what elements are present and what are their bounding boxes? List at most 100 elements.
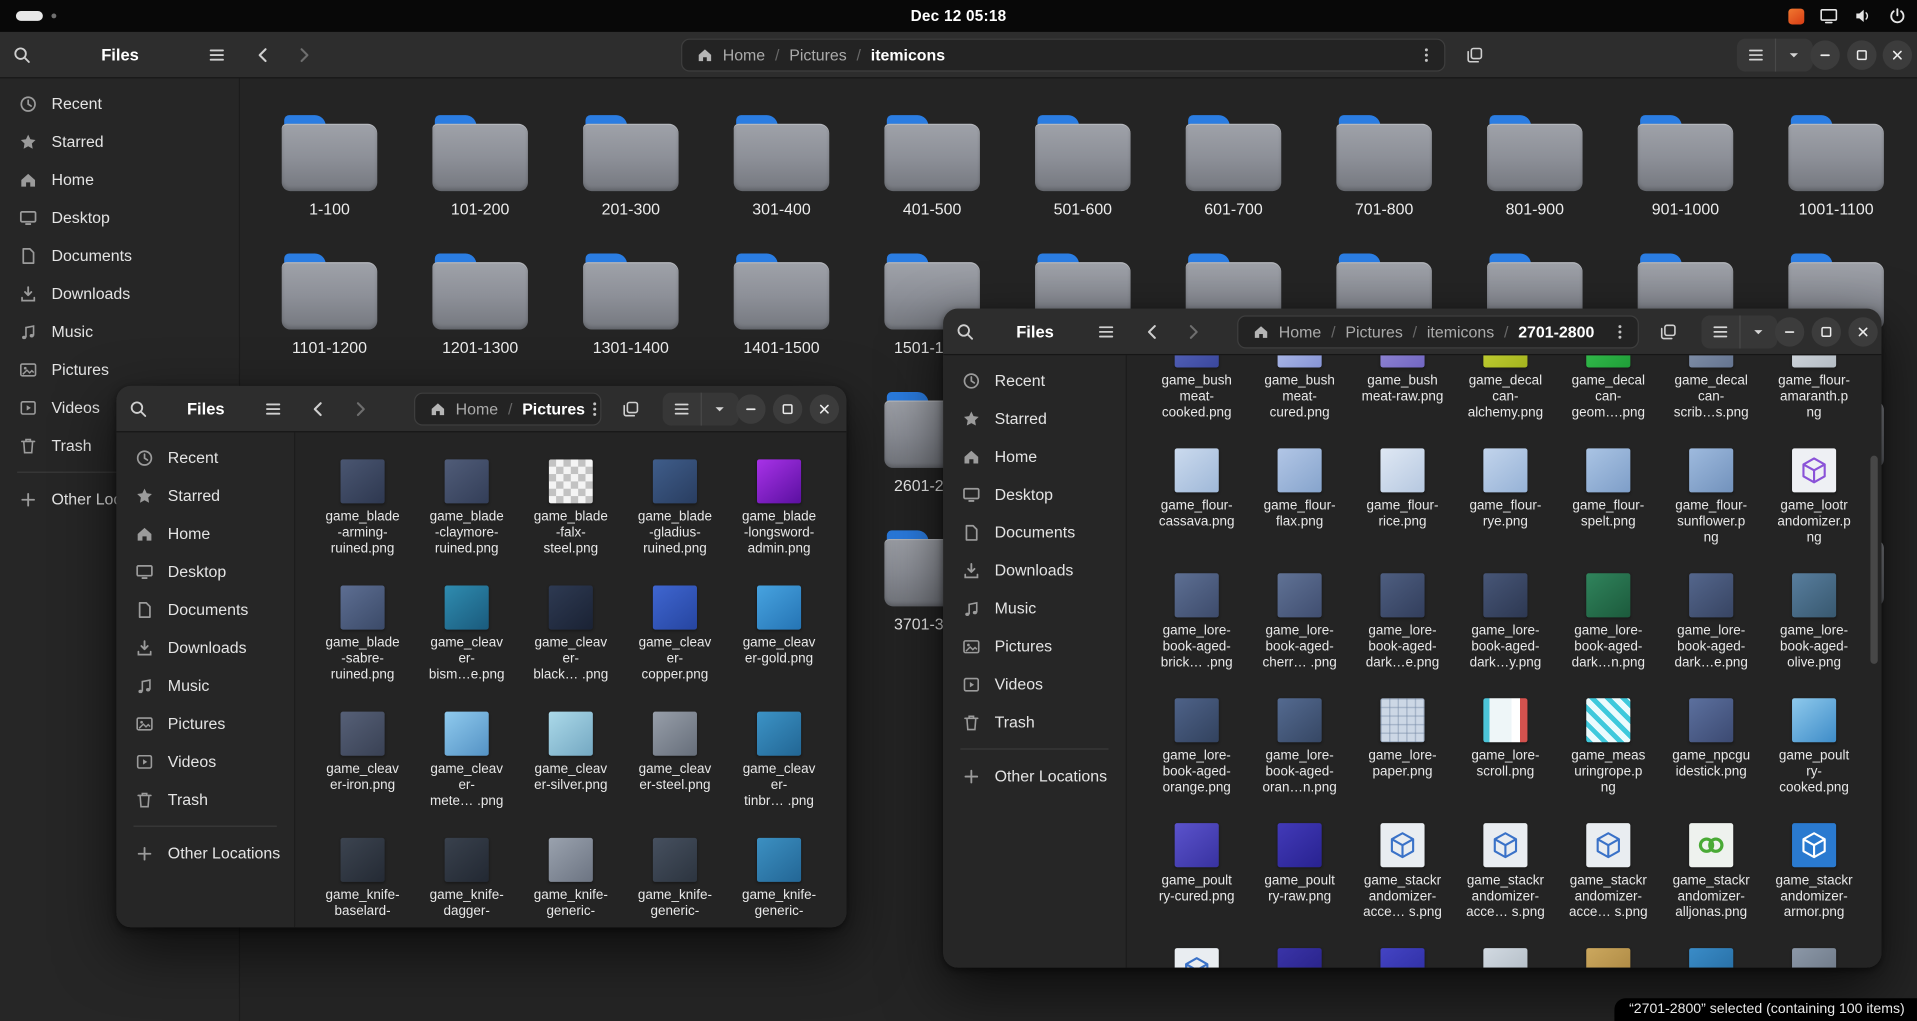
sidebar-item-documents[interactable]: Documents bbox=[9, 236, 231, 274]
file-item[interactable]: game_lore- book-aged- orange.png bbox=[1148, 698, 1246, 823]
file-item[interactable]: game_decal can- geom….png bbox=[1559, 355, 1657, 448]
file-item[interactable]: game_stackr andomizer- armor.png bbox=[1765, 823, 1863, 948]
file-item[interactable]: game_cleav er-gold.png bbox=[730, 586, 828, 712]
file-item[interactable]: game_poult ry- cooked.png bbox=[1765, 698, 1863, 823]
maximize-button[interactable] bbox=[773, 394, 802, 423]
sidebar-item-starred[interactable]: Starred bbox=[9, 122, 231, 160]
sidebar-item-music[interactable]: Music bbox=[9, 312, 231, 350]
forward-button[interactable] bbox=[285, 36, 322, 73]
sidebar-item-other-locations[interactable]: Other Locations bbox=[952, 757, 1117, 795]
breadcrumb-3[interactable]: 2701-2800 bbox=[1518, 322, 1594, 340]
file-item[interactable]: game_blade -sabre- ruined.png bbox=[314, 586, 412, 712]
breadcrumb-1[interactable]: Pictures bbox=[789, 45, 847, 63]
file-item[interactable]: game_blade -longsword- admin.png bbox=[730, 459, 828, 585]
file-item[interactable]: game_lore- book-aged- dark…y.png bbox=[1456, 573, 1554, 698]
sidebar-item-desktop[interactable]: Desktop bbox=[952, 475, 1117, 513]
view-list-button[interactable] bbox=[663, 392, 700, 425]
file-item[interactable]: game_knife- baselard- bbox=[314, 838, 412, 927]
sidebar-item-desktop[interactable]: Desktop bbox=[125, 552, 285, 590]
file-item[interactable] bbox=[1148, 948, 1246, 968]
sidebar-item-starred[interactable]: Starred bbox=[125, 476, 285, 514]
activities-indicator[interactable] bbox=[16, 11, 43, 21]
path-menu-icon[interactable] bbox=[585, 399, 603, 417]
back-button[interactable] bbox=[1134, 313, 1171, 350]
file-item[interactable]: game_bush meat-raw.png bbox=[1354, 355, 1452, 448]
sidebar-item-music[interactable]: Music bbox=[952, 589, 1117, 627]
file-item[interactable]: game_lore- book-aged- dark…e.png bbox=[1354, 573, 1452, 698]
file-item[interactable]: game_npcgu idestick.png bbox=[1662, 698, 1760, 823]
file-item[interactable]: game_poult ry-raw.png bbox=[1251, 823, 1349, 948]
file-item[interactable]: game_cleav er- copper.png bbox=[626, 586, 724, 712]
file-item[interactable] bbox=[1251, 948, 1349, 968]
file-item[interactable] bbox=[1456, 948, 1554, 968]
sidebar-item-pictures[interactable]: Pictures bbox=[125, 704, 285, 742]
search-button[interactable] bbox=[947, 313, 984, 350]
tray-app-icon[interactable] bbox=[1788, 8, 1804, 24]
folder[interactable]: 401-500 bbox=[873, 115, 991, 218]
folder[interactable]: 1-100 bbox=[271, 115, 389, 218]
sidebar-item-recent[interactable]: Recent bbox=[125, 439, 285, 477]
file-item[interactable]: game_cleav er- bism…e.png bbox=[418, 586, 516, 712]
breadcrumb-0[interactable]: Home bbox=[723, 45, 765, 63]
close-button[interactable] bbox=[1848, 317, 1877, 346]
file-item[interactable]: game_stackr andomizer- acce… s.png bbox=[1456, 823, 1554, 948]
search-button[interactable] bbox=[4, 36, 41, 73]
file-item[interactable]: game_flour- flax.png bbox=[1251, 448, 1349, 573]
file-item[interactable]: game_lore- book-aged- olive.png bbox=[1765, 573, 1863, 698]
folder[interactable]: 1401-1500 bbox=[723, 254, 841, 357]
file-item[interactable]: game_flour- sunflower.p ng bbox=[1662, 448, 1760, 573]
sidebar-item-downloads[interactable]: Downloads bbox=[952, 551, 1117, 589]
sidebar-item-home[interactable]: Home bbox=[952, 437, 1117, 475]
sidebar-item-documents[interactable]: Documents bbox=[952, 513, 1117, 551]
file-item[interactable]: game_flour- amaranth.p ng bbox=[1765, 355, 1863, 448]
sidebar-item-recent[interactable]: Recent bbox=[952, 361, 1117, 399]
sidebar-item-pictures[interactable]: Pictures bbox=[952, 627, 1117, 665]
sidebar-item-music[interactable]: Music bbox=[125, 666, 285, 704]
system-status-area[interactable] bbox=[1788, 0, 1907, 32]
file-item[interactable]: game_lore- book-aged- oran…n.png bbox=[1251, 698, 1349, 823]
folder[interactable]: 601-700 bbox=[1175, 115, 1293, 218]
menu-button[interactable] bbox=[255, 390, 292, 427]
file-item[interactable] bbox=[1354, 948, 1452, 968]
file-item[interactable]: game_blade -gladius- ruined.png bbox=[626, 459, 724, 585]
view-list-button[interactable] bbox=[1737, 38, 1774, 71]
new-tab-button[interactable] bbox=[1650, 313, 1687, 350]
file-item[interactable]: game_knife- generic- bbox=[522, 838, 620, 927]
file-item[interactable]: game_knife- generic- bbox=[626, 838, 724, 927]
file-item[interactable]: game_blade -arming- ruined.png bbox=[314, 459, 412, 585]
view-options-button[interactable] bbox=[700, 392, 739, 425]
breadcrumb-2[interactable]: itemicons bbox=[1427, 322, 1494, 340]
file-item[interactable]: game_flour- cassava.png bbox=[1148, 448, 1246, 573]
file-item[interactable]: game_stackr andomizer- acce… s.png bbox=[1559, 823, 1657, 948]
menu-button[interactable] bbox=[198, 36, 235, 73]
sidebar-item-home[interactable]: Home bbox=[125, 514, 285, 552]
path-menu-icon[interactable] bbox=[1611, 322, 1629, 340]
breadcrumb-2[interactable]: itemicons bbox=[871, 45, 945, 63]
folder[interactable]: 301-400 bbox=[723, 115, 841, 218]
file-item[interactable]: game_stackr andomizer- alljonas.png bbox=[1662, 823, 1760, 948]
sidebar-item-videos[interactable]: Videos bbox=[125, 742, 285, 780]
file-item[interactable]: game_knife- dagger- bbox=[418, 838, 516, 927]
sidebar-item-other-locations[interactable]: Other Locations bbox=[125, 834, 285, 872]
file-item[interactable]: game_flour- rye.png bbox=[1456, 448, 1554, 573]
file-item[interactable]: game_decal can- alchemy.png bbox=[1456, 355, 1554, 448]
power-icon[interactable] bbox=[1888, 6, 1908, 26]
file-item[interactable]: game_meas uringrope.p ng bbox=[1559, 698, 1657, 823]
sidebar-item-downloads[interactable]: Downloads bbox=[9, 274, 231, 312]
file-item[interactable]: game_blade -claymore- ruined.png bbox=[418, 459, 516, 585]
folder[interactable]: 201-300 bbox=[572, 115, 690, 218]
folder[interactable]: 501-600 bbox=[1024, 115, 1142, 218]
folder[interactable]: 801-900 bbox=[1476, 115, 1594, 218]
file-item[interactable]: game_lore- book-aged- brick… .png bbox=[1148, 573, 1246, 698]
scrollbar[interactable] bbox=[1870, 456, 1877, 664]
maximize-button[interactable] bbox=[1812, 317, 1841, 346]
file-item[interactable] bbox=[1662, 948, 1760, 968]
file-item[interactable]: game_lore- book-aged- cherr… .png bbox=[1251, 573, 1349, 698]
file-item[interactable]: game_cleav er-silver.png bbox=[522, 712, 620, 838]
back-button[interactable] bbox=[300, 390, 337, 427]
forward-button[interactable] bbox=[1175, 313, 1212, 350]
search-button[interactable] bbox=[120, 390, 157, 427]
folder[interactable]: 701-800 bbox=[1325, 115, 1443, 218]
file-item[interactable]: game_blade -falx- steel.png bbox=[522, 459, 620, 585]
forward-button[interactable] bbox=[342, 390, 379, 427]
